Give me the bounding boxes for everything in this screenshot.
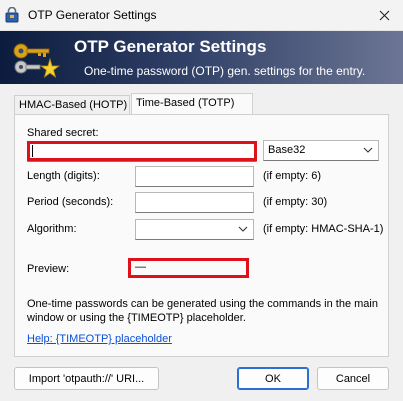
close-button[interactable] <box>366 0 403 31</box>
info-text: One-time passwords can be generated usin… <box>27 298 378 324</box>
banner-subtitle: One-time password (OTP) gen. settings fo… <box>84 64 366 78</box>
header-banner: OTP Generator Settings One-time password… <box>0 31 403 84</box>
help-link[interactable]: Help: {TIMEOTP} placeholder <box>27 333 172 345</box>
period-hint: (if empty: 30) <box>263 196 328 208</box>
period-input[interactable] <box>135 192 254 213</box>
tab-hotp[interactable]: HMAC-Based (HOTP) <box>14 95 130 115</box>
chevron-down-icon <box>363 147 373 153</box>
preview-label: Preview: <box>27 263 70 275</box>
import-uri-button[interactable]: Import 'otpauth://' URI... <box>14 367 159 390</box>
algorithm-label: Algorithm: <box>27 223 77 235</box>
key-star-icon <box>13 43 60 79</box>
preview-highlight <box>128 258 249 278</box>
encoding-value: Base32 <box>268 144 306 156</box>
algorithm-hint: (if empty: HMAC-SHA-1) <box>263 223 384 235</box>
shared-secret-highlight <box>27 141 257 161</box>
preview-value: — <box>135 261 146 273</box>
window-title: OTP Generator Settings <box>28 8 157 22</box>
keepass-lock-icon <box>5 7 19 23</box>
banner-title: OTP Generator Settings <box>74 37 267 56</box>
cancel-button[interactable]: Cancel <box>317 367 389 390</box>
encoding-select[interactable]: Base32 <box>263 140 379 161</box>
period-label: Period (seconds): <box>27 196 114 208</box>
length-hint: (if empty: 6) <box>263 170 322 182</box>
title-bar: OTP Generator Settings <box>0 0 403 31</box>
length-input[interactable] <box>135 166 254 187</box>
close-icon <box>379 10 390 21</box>
shared-secret-label: Shared secret: <box>27 127 99 139</box>
chevron-down-icon <box>238 226 248 232</box>
ok-button[interactable]: OK <box>237 367 309 390</box>
text-caret <box>32 145 33 157</box>
length-label: Length (digits): <box>27 170 100 182</box>
algorithm-select[interactable] <box>135 219 254 240</box>
tab-totp[interactable]: Time-Based (TOTP) <box>131 93 253 115</box>
